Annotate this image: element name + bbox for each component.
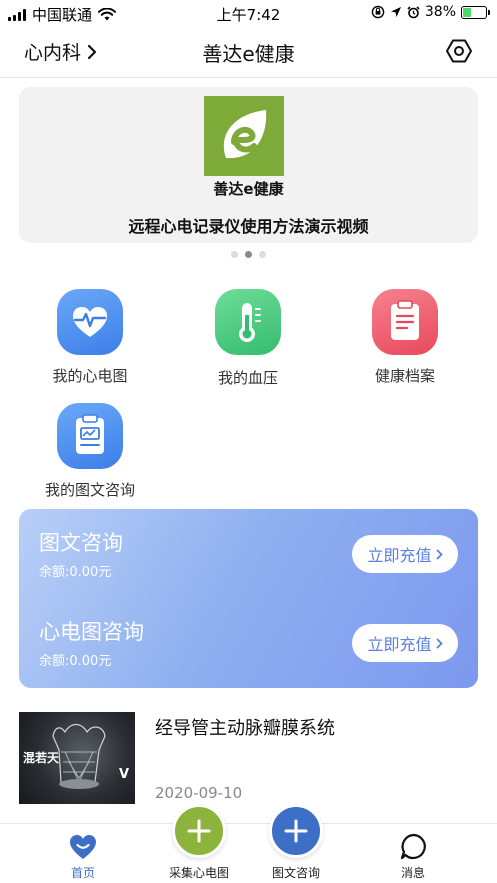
news-date: 2020-09-10 <box>155 784 243 802</box>
consult-balance: 余额:0.00元 <box>39 565 112 580</box>
leaf-e-icon <box>223 110 267 159</box>
tab-collect-ecg[interactable]: 采集心电图 <box>149 804 249 883</box>
banner-carousel[interactable]: 善达e健康 远程心电记录仪使用方法演示视频 <box>19 87 478 243</box>
tab-messages[interactable]: 消息 <box>363 824 463 883</box>
menu-item-my-ecg[interactable]: 我的心电图 <box>15 289 165 386</box>
status-bar: 中国联通 上午7:42 38% <box>0 0 497 26</box>
tab-label: 首页 <box>70 866 95 880</box>
chevron-right-icon <box>436 549 443 559</box>
location-icon <box>390 7 401 17</box>
page-title: 善达e健康 <box>202 42 295 66</box>
thermometer-icon <box>215 289 281 355</box>
thumb-text: 混若天 <box>23 750 60 765</box>
thumb-text-2: V <box>119 767 129 782</box>
plus-icon <box>187 819 211 843</box>
clipboard-chart-icon <box>57 403 123 469</box>
battery-fill <box>463 7 472 17</box>
menu-item-health-records[interactable]: 健康档案 <box>330 289 480 386</box>
app-logo <box>204 96 284 176</box>
menu-item-my-bp[interactable]: 我的血压 <box>173 289 323 388</box>
menu-label: 我的图文咨询 <box>44 481 135 499</box>
settings-icon[interactable] <box>445 37 473 65</box>
carousel-dot <box>231 251 238 258</box>
tab-label: 采集心电图 <box>168 866 229 880</box>
recharge-label: 立即充值 <box>367 548 432 565</box>
chat-bubble-icon <box>400 833 426 860</box>
rotation-lock-icon <box>371 5 385 19</box>
tab-label: 消息 <box>400 866 425 880</box>
valve-image-icon: 混若天 V <box>23 723 129 789</box>
carousel-dot-active <box>245 251 252 258</box>
alarm-icon <box>407 5 420 18</box>
nav-header: 心内科 善达e健康 <box>0 26 497 78</box>
recharge-label: 立即充值 <box>367 637 432 654</box>
recharge-button[interactable]: 立即充值 <box>352 535 458 573</box>
news-title: 经导管主动脉瓣膜系统 <box>155 718 335 739</box>
consult-balance-card: 图文咨询 余额:0.00元 立即充值 心电图咨询 余额:0.00元 立即充值 <box>19 509 478 688</box>
carousel-indicator <box>0 251 497 258</box>
heart-smile-icon <box>70 835 96 859</box>
plus-icon <box>284 819 308 843</box>
consult-button[interactable] <box>269 804 323 858</box>
clipboard-icon <box>372 289 438 355</box>
menu-item-my-consult[interactable]: 我的图文咨询 <box>15 403 165 500</box>
news-list-item[interactable]: 混若天 V 经导管主动脉瓣膜系统 2020-09-10 <box>19 712 478 804</box>
consult-row-text: 图文咨询 余额:0.00元 立即充值 <box>19 509 478 589</box>
bottom-tab-bar: 首页 采集心电图 图文咨询 消息 <box>0 804 497 883</box>
battery-icon <box>461 5 490 19</box>
consult-title: 心电图咨询 <box>39 620 144 644</box>
menu-label: 我的心电图 <box>52 367 128 385</box>
recharge-button[interactable]: 立即充值 <box>352 624 458 662</box>
tab-label: 图文咨询 <box>271 866 320 880</box>
battery-percent: 38% <box>424 4 456 20</box>
heart-ecg-icon <box>57 289 123 355</box>
menu-label: 我的血压 <box>217 369 278 387</box>
collect-ecg-button[interactable] <box>172 804 226 858</box>
carousel-dot <box>259 251 266 258</box>
menu-label: 健康档案 <box>374 367 435 385</box>
news-thumbnail: 混若天 V <box>19 712 135 804</box>
tab-consult[interactable]: 图文咨询 <box>246 804 346 883</box>
consult-title: 图文咨询 <box>39 531 123 555</box>
consult-row-ecg: 心电图咨询 余额:0.00元 立即充值 <box>19 598 478 678</box>
chevron-right-icon <box>436 638 443 648</box>
banner-caption: 远程心电记录仪使用方法演示视频 <box>128 217 369 236</box>
status-right: 38% <box>371 4 490 20</box>
logo-name: 善达e健康 <box>213 180 284 198</box>
consult-balance: 余额:0.00元 <box>39 654 112 669</box>
tab-home[interactable]: 首页 <box>33 824 133 883</box>
